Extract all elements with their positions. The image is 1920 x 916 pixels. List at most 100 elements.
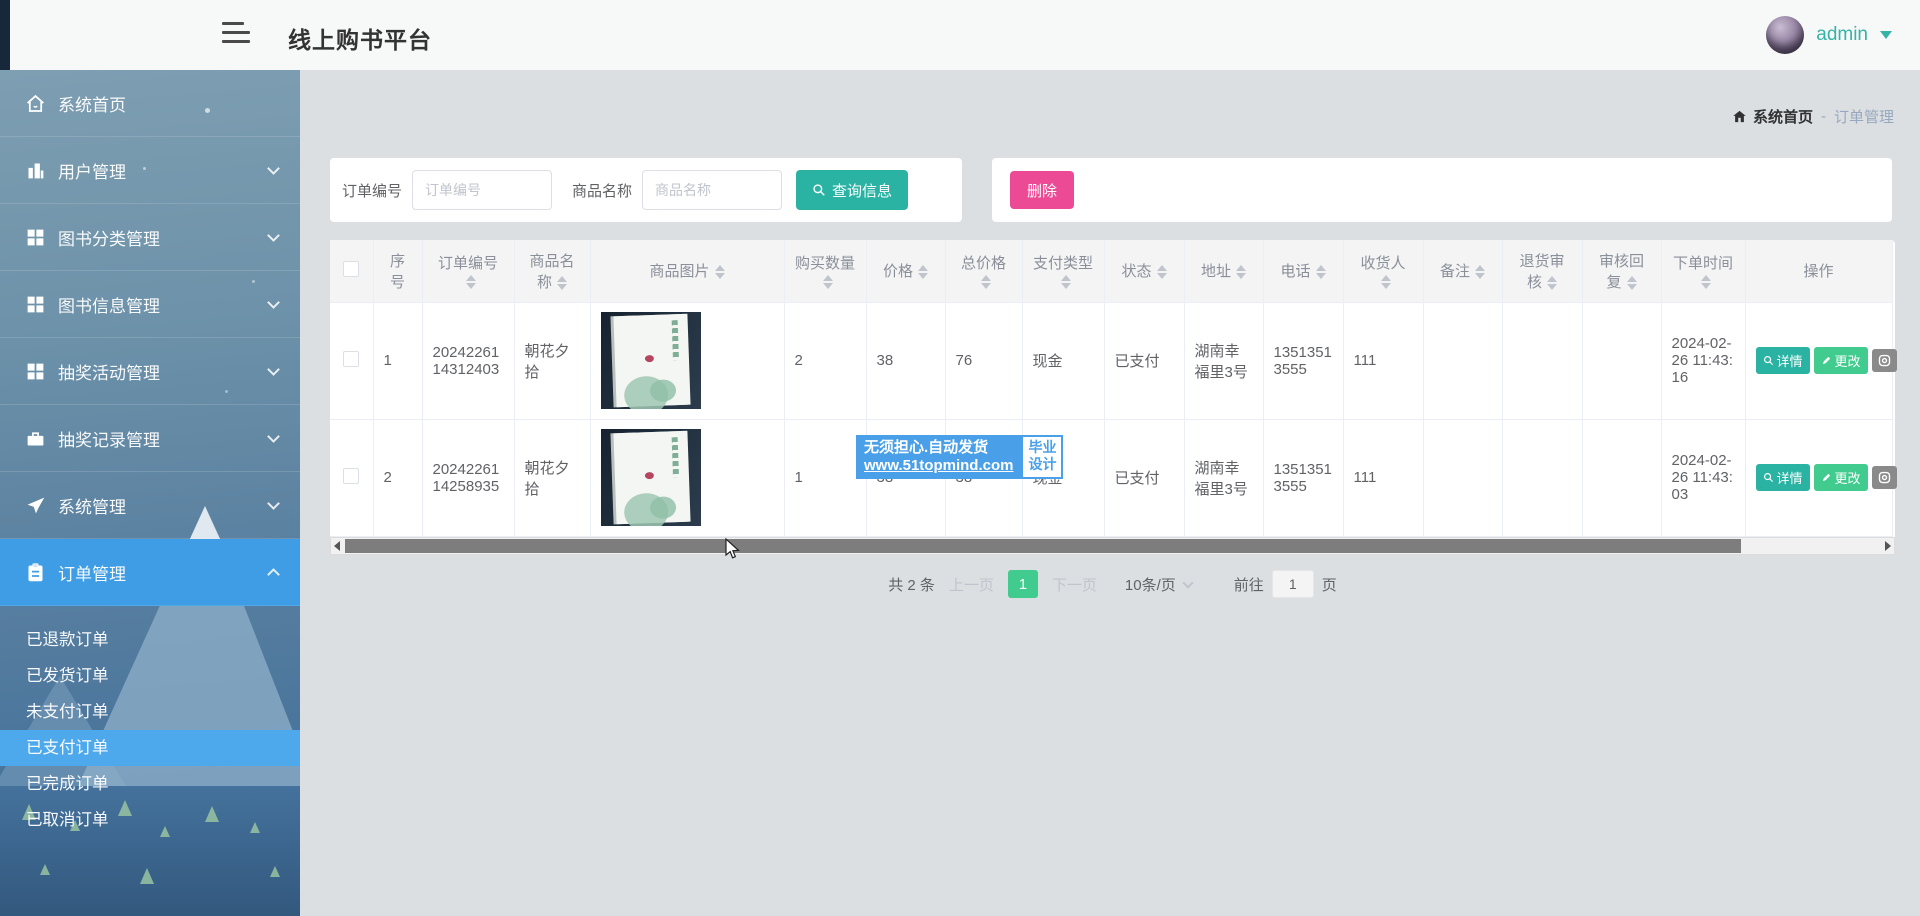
image-view-button[interactable] xyxy=(1872,349,1897,372)
sort-icon[interactable] xyxy=(823,275,833,289)
sort-icon[interactable] xyxy=(1627,276,1637,290)
scrollbar-thumb[interactable] xyxy=(345,539,1741,553)
cell-actions: 详情 更改 xyxy=(1745,302,1892,419)
sidebar-item-lottery-activity[interactable]: 抽奖活动管理 xyxy=(0,338,300,405)
col-index: 序号 xyxy=(373,240,422,302)
sidebar-item-book-category[interactable]: 图书分类管理 xyxy=(0,204,300,271)
sidebar-menu: 系统首页 用户管理 图书分类管理 图书信息管理 抽奖活动管理 抽奖记录管理 xyxy=(0,70,300,606)
submenu-cancelled-orders[interactable]: 已取消订单 xyxy=(0,802,300,838)
pencil-icon xyxy=(1821,472,1832,483)
table-row: 2 2024226114258935 朝花夕拾 1 38 38 现金 已支付 湖… xyxy=(330,419,1892,536)
sort-icon[interactable] xyxy=(1316,265,1326,279)
sidebar-item-label: 用户管理 xyxy=(58,158,269,183)
pagination-total: 共 2 条 xyxy=(888,574,935,595)
sort-icon[interactable] xyxy=(1157,265,1167,279)
col-address: 地址 xyxy=(1184,240,1263,302)
cell-return-audit xyxy=(1502,419,1582,536)
row-checkbox[interactable] xyxy=(343,351,359,367)
sidebar-item-orders[interactable]: 订单管理 xyxy=(0,539,300,606)
sidebar-item-book-info[interactable]: 图书信息管理 xyxy=(0,271,300,338)
sort-icon[interactable] xyxy=(1381,275,1391,289)
sidebar-item-home[interactable]: 系统首页 xyxy=(0,70,300,137)
magnifier-icon xyxy=(1763,472,1774,483)
goto-page-input[interactable] xyxy=(1272,570,1314,598)
page-number-active[interactable]: 1 xyxy=(1008,570,1038,598)
grid-icon xyxy=(25,227,46,248)
goto-page-group: 前往 页 xyxy=(1234,570,1337,598)
col-qty: 购买数量 xyxy=(784,240,866,302)
cell-order-time: 2024-02-26 11:43:16 xyxy=(1661,302,1745,419)
sort-icon[interactable] xyxy=(1236,265,1246,279)
col-receiver: 收货人 xyxy=(1343,240,1423,302)
chevron-down-icon xyxy=(267,497,280,510)
orders-submenu: 已退款订单 已发货订单 未支付订单 已支付订单 已完成订单 已取消订单 xyxy=(0,606,300,838)
col-pay-type: 支付类型 xyxy=(1022,240,1104,302)
page-size-select[interactable]: 10条/页 xyxy=(1125,574,1192,595)
cell-receiver: 111 xyxy=(1343,419,1423,536)
update-button[interactable]: 更改 xyxy=(1814,464,1868,491)
row-checkbox[interactable] xyxy=(343,468,359,484)
scroll-left-arrow-icon[interactable] xyxy=(334,541,340,551)
cell-product: 朝花夕拾 xyxy=(514,302,590,419)
rounded-square-circle-icon xyxy=(1877,470,1892,485)
pencil-icon xyxy=(1821,355,1832,366)
cell-pay-type: 现金 xyxy=(1022,302,1104,419)
user-menu[interactable]: admin xyxy=(1766,16,1892,54)
sidebar-item-label: 系统管理 xyxy=(58,493,269,518)
prev-page-button[interactable]: 上一页 xyxy=(949,574,994,595)
sort-icon[interactable] xyxy=(918,265,928,279)
sort-icon[interactable] xyxy=(981,275,991,289)
sort-icon[interactable] xyxy=(1701,275,1711,289)
submenu-completed-orders[interactable]: 已完成订单 xyxy=(0,766,300,802)
next-page-button[interactable]: 下一页 xyxy=(1052,574,1097,595)
cell-index: 1 xyxy=(373,302,422,419)
scroll-right-arrow-icon[interactable] xyxy=(1885,541,1891,551)
order-no-input[interactable] xyxy=(412,170,552,210)
avatar[interactable] xyxy=(1766,16,1804,54)
chevron-up-icon xyxy=(267,568,280,581)
sidebar-item-label: 系统首页 xyxy=(58,91,278,116)
select-all-checkbox[interactable] xyxy=(343,261,359,277)
product-image xyxy=(601,429,701,526)
update-button[interactable]: 更改 xyxy=(1814,347,1868,374)
watermark-text: 无须担心.自动发货 www.51topmind.com xyxy=(856,435,1021,479)
col-phone: 电话 xyxy=(1263,240,1343,302)
user-caret-down-icon[interactable] xyxy=(1880,31,1892,39)
cell-index: 2 xyxy=(373,419,422,536)
sort-icon[interactable] xyxy=(715,265,725,279)
submenu-refunded-orders[interactable]: 已退款订单 xyxy=(0,622,300,658)
cell-qty: 2 xyxy=(784,302,866,419)
search-button[interactable]: 查询信息 xyxy=(796,170,908,210)
bar-chart-icon xyxy=(25,160,46,181)
sidebar-item-users[interactable]: 用户管理 xyxy=(0,137,300,204)
submenu-shipped-orders[interactable]: 已发货订单 xyxy=(0,658,300,694)
product-name-input[interactable] xyxy=(642,170,782,210)
detail-button[interactable]: 详情 xyxy=(1756,347,1810,374)
cell-actions: 详情 更改 xyxy=(1745,419,1892,536)
detail-button[interactable]: 详情 xyxy=(1756,464,1810,491)
username-label[interactable]: admin xyxy=(1816,24,1868,46)
delete-button[interactable]: 删除 xyxy=(1010,171,1074,209)
cell-address: 湖南幸福里3号 xyxy=(1184,302,1263,419)
sidebar-item-lottery-record[interactable]: 抽奖记录管理 xyxy=(0,405,300,472)
col-price: 价格 xyxy=(866,240,945,302)
sort-icon[interactable] xyxy=(557,276,567,290)
goto-unit-label: 页 xyxy=(1322,574,1337,595)
cell-remark xyxy=(1423,419,1502,536)
horizontal-scrollbar[interactable] xyxy=(330,537,1895,555)
sort-icon[interactable] xyxy=(466,275,476,289)
orders-table: 序号 订单编号 商品名称 商品图片 购买数量 价格 总价格 支付类型 状态 地址… xyxy=(330,240,1893,537)
sort-icon[interactable] xyxy=(1475,265,1485,279)
sort-icon[interactable] xyxy=(1547,276,1557,290)
sort-icon[interactable] xyxy=(1061,275,1071,289)
submenu-unpaid-orders[interactable]: 未支付订单 xyxy=(0,694,300,730)
hamburger-menu-icon[interactable] xyxy=(222,22,252,48)
pagination: 共 2 条 上一页 1 下一页 10条/页 前往 页 xyxy=(330,570,1895,598)
image-view-button[interactable] xyxy=(1872,466,1897,489)
cell-order-no: 2024226114312403 xyxy=(422,302,514,419)
submenu-paid-orders[interactable]: 已支付订单 xyxy=(0,730,300,766)
sidebar-item-system[interactable]: 系统管理 xyxy=(0,472,300,539)
goto-label: 前往 xyxy=(1234,574,1264,595)
cell-order-no: 2024226114258935 xyxy=(422,419,514,536)
breadcrumb-home[interactable]: 系统首页 xyxy=(1753,106,1813,127)
